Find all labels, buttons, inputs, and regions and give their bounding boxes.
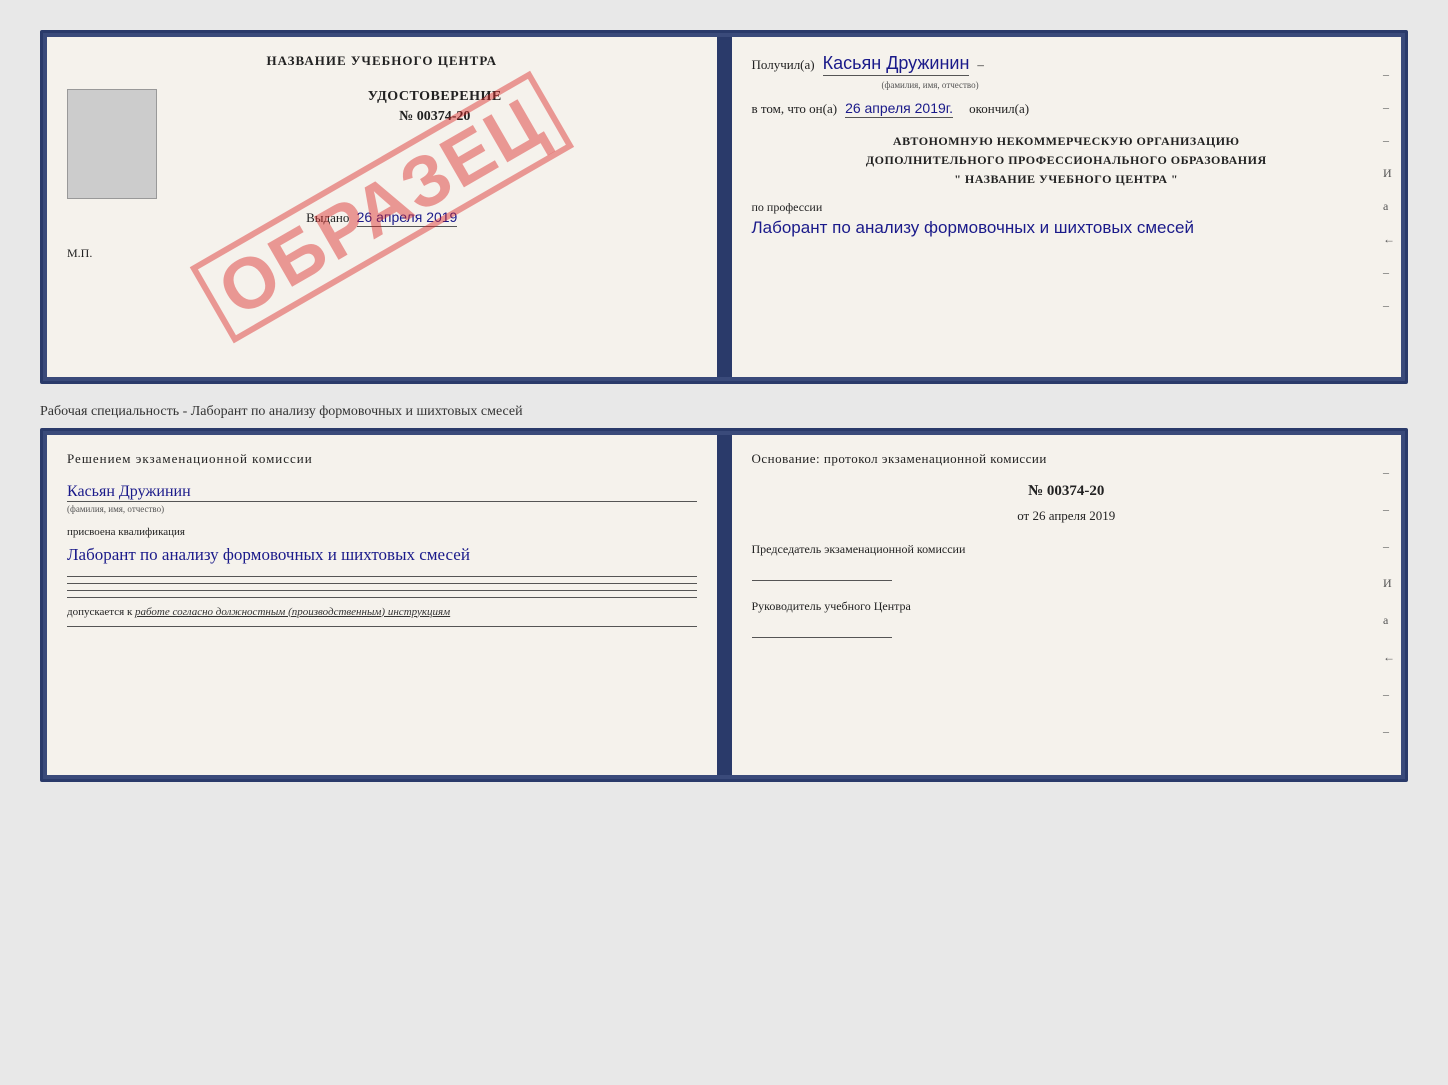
ot-label: от [1017,508,1029,523]
top-certificate-book: НАЗВАНИЕ УЧЕБНОГО ЦЕНТРА УДОСТОВЕРЕНИЕ №… [40,30,1408,384]
cert-left-page: НАЗВАНИЕ УЧЕБНОГО ЦЕНТРА УДОСТОВЕРЕНИЕ №… [47,37,720,377]
poluchil-label: Получил(а) [752,57,815,73]
middle-specialty-text: Рабочая специальность - Лаборант по анал… [40,396,1408,428]
org-line3: " НАЗВАНИЕ УЧЕБНОГО ЦЕНТРА " [752,170,1382,189]
sig-line-3 [67,590,697,591]
poluchil-name: Касьян Дружинин [823,53,970,76]
ot-date: 26 апреля 2019 [1032,508,1115,523]
vtom-date: 26 апреля 2019г. [845,100,953,118]
cert-udost-label: УДОСТОВЕРЕНИЕ [173,89,697,105]
org-line1: АВТОНОМНУЮ НЕКОММЕРЧЕСКУЮ ОРГАНИЗАЦИЮ [752,132,1382,151]
vydano-label: Выдано [306,210,349,225]
sig-line-2 [67,583,697,584]
sig-line-5 [67,626,697,627]
prisvoena-label: присвоена квалификация [67,526,697,538]
cert-photo-area [67,89,157,199]
osnovanie-title: Основание: протокол экзаменационной коми… [752,451,1382,467]
bottom-name: Касьян Дружинин [67,483,697,502]
dopusk-label: допускается к [67,606,132,618]
bottom-book-spine [720,435,732,775]
predsedatel-block: Председатель экзаменационной комиссии [752,540,1382,581]
rukovoditel-block: Руководитель учебного Центра [752,597,1382,638]
po-professii-label: по профессии [752,200,1382,215]
dash-separator: – [977,57,984,73]
poluchil-line: Получил(а) Касьян Дружинин – [752,53,1382,76]
resheniem-title: Решением экзаменационной комиссии [67,451,697,467]
org-line2: ДОПОЛНИТЕЛЬНОГО ПРОФЕССИОНАЛЬНОГО ОБРАЗО… [752,151,1382,170]
cert-school-title: НАЗВАНИЕ УЧЕБНОГО ЦЕНТРА [67,53,697,69]
bottom-right-page: Основание: протокол экзаменационной коми… [732,435,1402,775]
cert-right-page: Получил(а) Касьян Дружинин – (фамилия, и… [732,37,1402,377]
rukovoditel-sig-line [752,620,892,638]
dopusk-block: допускается к работе согласно должностны… [67,606,697,618]
org-block: АВТОНОМНУЮ НЕКОММЕРЧЕСКУЮ ОРГАНИЗАЦИЮ ДО… [752,132,1382,190]
sig-line-4 [67,597,697,598]
rukovoditel-label: Руководитель учебного Центра [752,597,1382,616]
profession-text: Лаборант по анализу формовочных и шихтов… [752,215,1382,241]
vtom-label: в том, что он(а) [752,101,838,117]
sig-line-1 [67,576,697,577]
cert-mp: М.П. [67,246,697,261]
po-professii-block: по профессии Лаборант по анализу формово… [752,200,1382,241]
vydano-date: 26 апреля 2019 [357,209,458,227]
page-wrapper: НАЗВАНИЕ УЧЕБНОГО ЦЕНТРА УДОСТОВЕРЕНИЕ №… [20,20,1428,792]
book-spine [720,37,732,377]
right-dashes: – – – И а ← – – [1383,67,1395,313]
cert-vydano: Выдано 26 апреля 2019 [67,209,697,226]
bottom-certificate-book: Решением экзаменационной комиссии Касьян… [40,428,1408,782]
bottom-left-page: Решением экзаменационной комиссии Касьян… [47,435,720,775]
bottom-name-sub: (фамилия, имя, отчество) [67,504,697,514]
poluchil-sub: (фамилия, имя, отчество) [882,80,1382,90]
qualification-text: Лаборант по анализу формовочных и шихтов… [67,542,697,568]
predsedatel-label: Председатель экзаменационной комиссии [752,540,1382,559]
protocol-number: № 00374-20 [752,483,1382,500]
okonchil-label: окончил(а) [969,101,1029,117]
cert-number: № 00374-20 [173,109,697,125]
vtom-line: в том, что он(а) 26 апреля 2019г. окончи… [752,100,1382,118]
right-dashes-bottom: – – – И а ← – – [1383,465,1395,739]
predsedatel-sig-line [752,563,892,581]
protocol-date: от 26 апреля 2019 [752,508,1382,524]
dopusk-text: работе согласно должностным (производств… [135,606,450,618]
